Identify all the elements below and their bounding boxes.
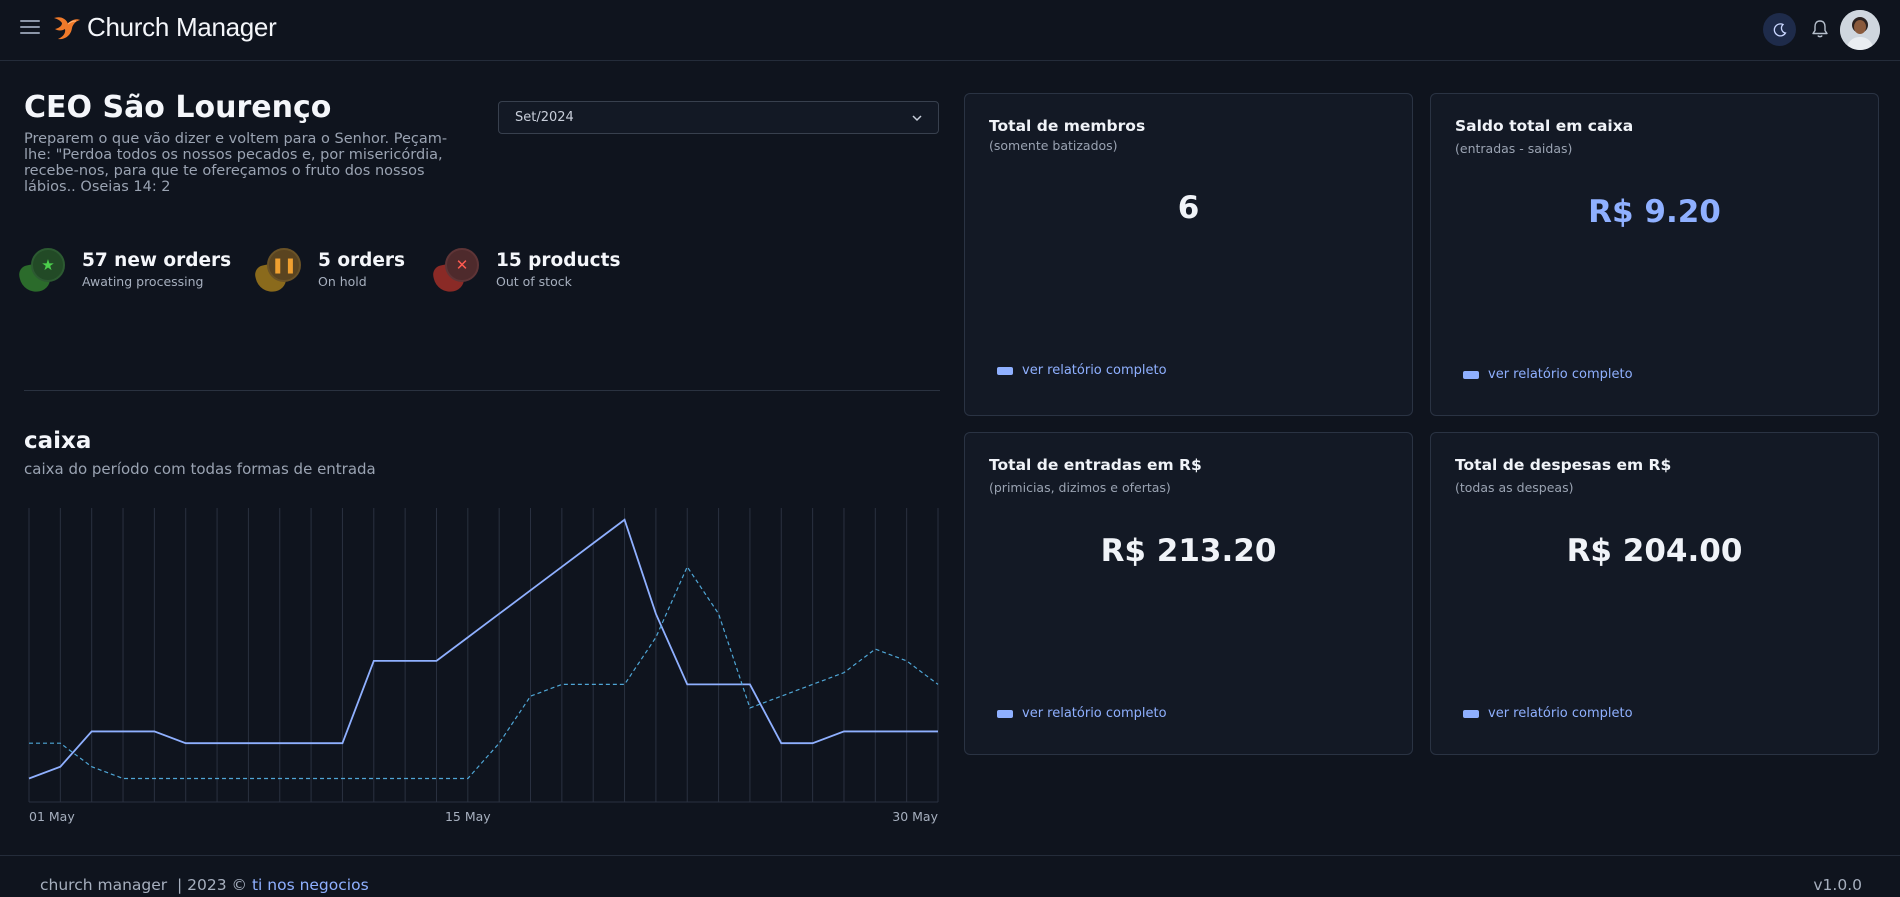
stat-label: On hold: [318, 274, 367, 289]
card-value: 6: [1177, 190, 1200, 226]
card-report-link[interactable]: ver relatório completo: [997, 363, 1167, 378]
pause-icon: ❚❚: [267, 248, 301, 282]
chevron-down-icon: [912, 115, 922, 122]
link-swatch: [997, 709, 1013, 718]
link-swatch: [1463, 370, 1479, 379]
stat-label: Out of stock: [496, 274, 572, 289]
app-logo-icon: [54, 17, 80, 40]
stat-number: 5 orders: [318, 250, 406, 271]
card-title: Total de despesas em R$: [1455, 456, 1672, 474]
card-title: Total de membros: [989, 117, 1146, 135]
card-report-link[interactable]: ver relatório completo: [997, 706, 1167, 721]
card-report-link[interactable]: ver relatório completo: [1463, 367, 1633, 382]
card-value: R$ 213.20: [1100, 533, 1277, 569]
link-label: ver relatório completo: [1022, 363, 1167, 378]
card-subtitle: (somente batizados): [989, 138, 1118, 153]
link-label: ver relatório completo: [1488, 706, 1633, 721]
card-subtitle: (entradas - saidas): [1455, 141, 1573, 156]
card-report-link[interactable]: ver relatório completo: [1463, 706, 1633, 721]
stat-number: 15 products: [496, 250, 621, 271]
x-icon: ✕: [445, 248, 479, 282]
link-label: ver relatório completo: [1488, 367, 1633, 382]
footer-text: church manager | 2023 ©: [40, 876, 252, 894]
card-title: Total de entradas em R$: [989, 456, 1202, 474]
card-subtitle: (primicias, dizimos e ofertas): [989, 480, 1171, 495]
caixa-chart: 01 May 15 May 30 May: [28, 508, 939, 824]
chart-x-tick-label: 01 May: [29, 809, 75, 824]
footer-divider: [0, 855, 1900, 856]
page-title: CEO São Lourenço: [24, 90, 332, 125]
stat-number: 57 new orders: [82, 250, 232, 271]
chart-series-line-2: [29, 565, 939, 780]
card-value: R$ 204.00: [1566, 533, 1743, 569]
section-divider: [24, 390, 940, 391]
theme-toggle-button[interactable]: [1763, 13, 1796, 46]
footer-copyright: church manager | 2023 © ti nos negocios: [40, 876, 369, 894]
link-label: ver relatório completo: [1022, 706, 1167, 721]
bell-icon[interactable]: [1810, 18, 1830, 40]
app-title: Church Manager: [87, 12, 277, 42]
caixa-title: caixa: [24, 428, 92, 454]
stat-label: Awating processing: [82, 274, 204, 289]
link-swatch: [1463, 709, 1479, 718]
chart-x-tick-label: 15 May: [445, 809, 491, 824]
card-subtitle: (todas as despeas): [1455, 480, 1574, 495]
moon-icon: [1773, 22, 1787, 37]
card-value: R$ 9.20: [1588, 194, 1721, 230]
chart-x-tick-label: 30 May: [892, 809, 938, 824]
card-saldo-total: Saldo total em caixa (entradas - saidas)…: [1430, 93, 1879, 416]
page-verse: Preparem o que vão dizer e voltem para o…: [24, 131, 448, 195]
month-select[interactable]: Set/2024: [498, 101, 939, 134]
app-version: v1.0.0: [1813, 876, 1862, 894]
month-select-value: Set/2024: [515, 110, 574, 125]
card-total-despesas: Total de despesas em R$ (todas as despea…: [1430, 432, 1879, 755]
card-total-membros: Total de membros (somente batizados) 6 v…: [964, 93, 1413, 416]
top-bar: Church Manager: [0, 0, 1900, 61]
caixa-subtitle: caixa do período com todas formas de ent…: [24, 460, 376, 478]
card-total-entradas: Total de entradas em R$ (primicias, dizi…: [964, 432, 1413, 755]
footer-link[interactable]: ti nos negocios: [252, 876, 369, 894]
user-avatar[interactable]: [1840, 10, 1880, 50]
card-title: Saldo total em caixa: [1455, 117, 1634, 135]
chart-series-line-1: [28, 518, 938, 780]
star-icon: ★: [31, 248, 65, 282]
link-swatch: [997, 366, 1013, 375]
hamburger-menu-icon[interactable]: [20, 20, 40, 38]
